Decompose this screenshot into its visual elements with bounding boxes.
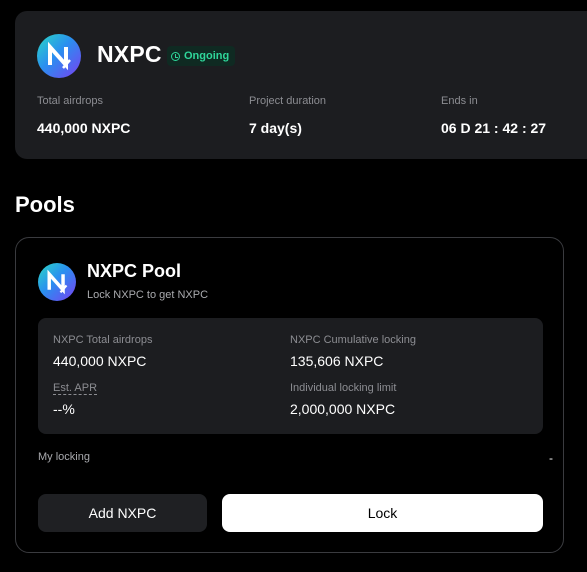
my-locking-value: - — [549, 451, 553, 465]
my-locking-label: My locking — [38, 451, 90, 463]
est-apr-label[interactable]: Est. APR — [53, 382, 98, 395]
nexpace-logo-icon — [37, 34, 81, 78]
project-duration-label: Project duration — [249, 95, 327, 107]
individual-limit-label: Individual locking limit — [290, 382, 397, 394]
total-airdrops-label: Total airdrops — [37, 95, 104, 107]
clock-icon — [171, 51, 180, 61]
pool-total-airdrops-value: 440,000 NXPC — [53, 353, 147, 369]
lock-button[interactable]: Lock — [222, 494, 543, 532]
status-text: Ongoing — [184, 50, 230, 62]
individual-limit-value: 2,000,000 NXPC — [290, 401, 396, 417]
pool-total-airdrops-label: NXPC Total airdrops — [53, 334, 153, 346]
est-apr-value: --% — [53, 401, 75, 417]
project-summary-card: NXPC Ongoing Total airdrops 440,000 NXPC… — [15, 11, 587, 159]
add-nxpc-button[interactable]: Add NXPC — [38, 494, 207, 532]
pools-heading: Pools — [15, 192, 75, 217]
status-badge: Ongoing — [167, 46, 236, 66]
pool-subtitle: Lock NXPC to get NXPC — [87, 289, 209, 301]
total-airdrops-value: 440,000 NXPC — [37, 120, 131, 136]
pool-title: NXPC Pool — [87, 261, 182, 281]
nexpace-logo-icon — [38, 263, 76, 301]
nxpc-pool-card: NXPC Pool Lock NXPC to get NXPC NXPC Tot… — [15, 237, 564, 553]
page-root: NXPC Ongoing Total airdrops 440,000 NXPC… — [0, 0, 587, 572]
cumulative-locking-label: NXPC Cumulative locking — [290, 334, 416, 346]
project-title: NXPC — [97, 41, 162, 67]
ends-in-label: Ends in — [441, 95, 478, 107]
cumulative-locking-value: 135,606 NXPC — [290, 353, 384, 369]
pool-stats-panel: NXPC Total airdrops 440,000 NXPC NXPC Cu… — [38, 318, 543, 434]
project-duration-value: 7 day(s) — [249, 120, 302, 136]
ends-in-countdown: 06 D 21 : 42 : 27 — [441, 120, 547, 136]
